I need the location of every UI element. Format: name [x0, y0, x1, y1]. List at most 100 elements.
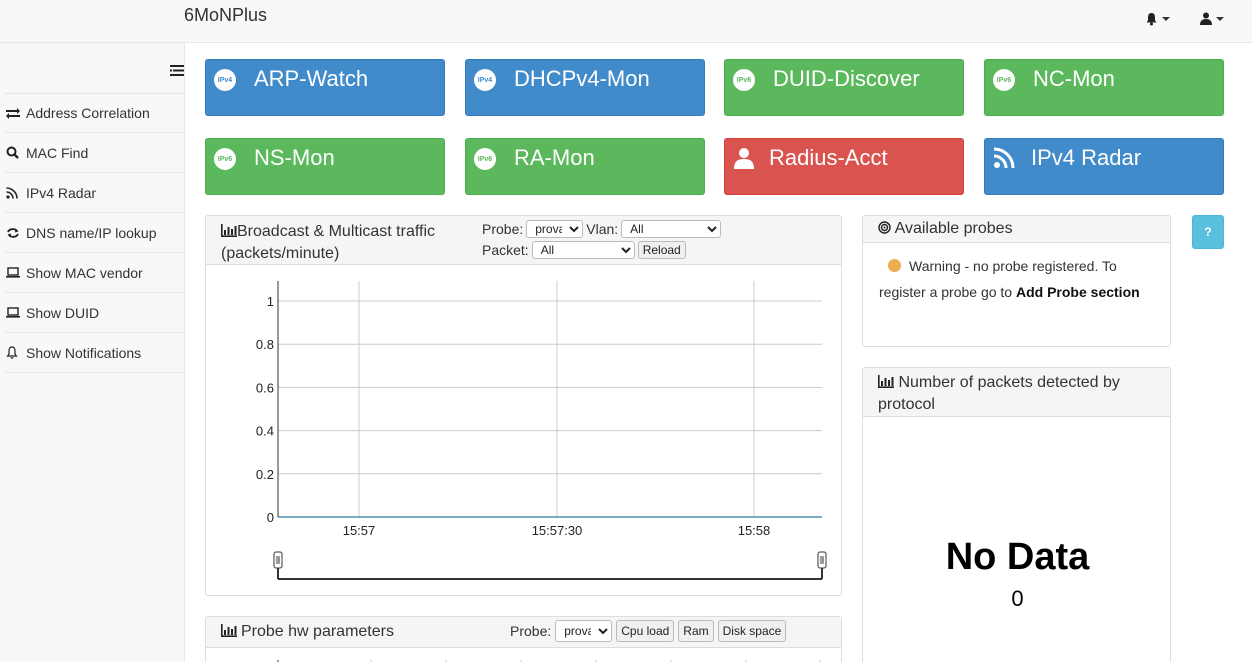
tile-ns-mon[interactable]: IPv6 NS-Mon [205, 138, 445, 195]
hw-probe-label: Probe: [510, 623, 552, 639]
laptop-icon [6, 307, 20, 318]
user-icon [734, 148, 754, 169]
sidebar-item-dns-lookup[interactable]: DNS name/IP lookup [4, 213, 184, 253]
refresh-icon [7, 227, 19, 238]
rss-icon [6, 186, 18, 199]
sidebar-item-mac-vendor[interactable]: Show MAC vendor [4, 253, 184, 293]
sidebar-item-notifications[interactable]: Show Notifications [4, 333, 184, 373]
vlan-label: Vlan: [586, 221, 619, 237]
top-navbar: 6MoNPlus [0, 0, 1252, 43]
tile-arp-watch[interactable]: IPv4 ARP-Watch [205, 59, 445, 116]
traffic-title-line2: (packets/minute) [221, 245, 340, 262]
packet-label: Packet: [482, 242, 529, 258]
bell-icon [1146, 13, 1157, 26]
traffic-panel-title: Broadcast & Multicast traffic (packets/m… [221, 221, 435, 265]
tile-label: DUID-Discover [773, 66, 920, 91]
help-button[interactable]: ? [1192, 215, 1224, 249]
tile-nc-mon[interactable]: IPv6 NC-Mon [984, 59, 1224, 116]
tile-label: RA-Mon [514, 145, 595, 170]
ipv4-badge-icon: IPv4 [474, 69, 496, 91]
x-tick-label: 15:58 [738, 523, 771, 538]
bar-chart-icon [221, 224, 237, 237]
rss-icon [993, 147, 1015, 169]
sidebar-item-label: Address Correlation [26, 105, 150, 121]
user-icon [1200, 12, 1212, 25]
hw-chart [277, 660, 821, 662]
disk-space-button[interactable]: Disk space [717, 620, 787, 642]
traffic-panel-header: Broadcast & Multicast traffic (packets/m… [206, 216, 841, 265]
probes-panel-header: Available probes [863, 216, 1170, 243]
y-tick-label: 0.2 [256, 467, 274, 482]
hw-panel-header: Probe hw parameters Probe: prova Cpu loa… [206, 617, 841, 648]
x-tick-label: 15:57 [343, 523, 376, 538]
sidebar-item-label: Show MAC vendor [26, 264, 143, 281]
add-probe-link[interactable]: Add Probe section [1016, 284, 1140, 300]
traffic-title-line1: Broadcast & Multicast traffic [237, 223, 435, 240]
tile-duid-discover[interactable]: IPv6 DUID-Discover [724, 59, 964, 116]
hw-probe-select[interactable]: prova [555, 620, 613, 642]
traffic-chart-svg: 0 0.2 0.4 0.6 0.8 1 15:57 15:57:30 15:58 [256, 281, 827, 580]
sidebar-item-mac-find[interactable]: MAC Find [4, 133, 184, 173]
sidebar-item-ipv4-radar[interactable]: IPv4 Radar [4, 173, 184, 213]
probes-warning: Warning - no probe registered. To regist… [863, 243, 1170, 315]
range-handle-right[interactable] [817, 551, 827, 569]
packets-title: Number of packets detected by protocol [878, 374, 1120, 413]
tile-radius-acct[interactable]: Radius-Acct [724, 138, 964, 195]
chevron-down-icon [1216, 16, 1224, 21]
tile-ra-mon[interactable]: IPv6 RA-Mon [465, 138, 705, 195]
sidebar-item-address-correlation[interactable]: Address Correlation [4, 93, 184, 133]
probes-title: Available probes [894, 220, 1013, 237]
probe-select[interactable]: prova [526, 220, 584, 238]
sidebar-item-label: DNS name/IP lookup [26, 224, 157, 241]
traffic-panel: Broadcast & Multicast traffic (packets/m… [205, 215, 842, 596]
sidebar-toggle-icon[interactable] [170, 65, 184, 76]
hw-title-text: Probe hw parameters [241, 623, 394, 640]
probes-panel: Available probes Warning - no probe regi… [862, 215, 1171, 347]
tile-label: IPv4 Radar [1031, 145, 1142, 170]
ipv6-badge-icon: IPv6 [214, 148, 236, 170]
range-handle-left[interactable] [273, 551, 283, 569]
sidebar-item-show-duid[interactable]: Show DUID [4, 293, 184, 333]
chevron-down-icon [1162, 17, 1170, 21]
app-brand[interactable]: 6MoNPlus [184, 5, 267, 26]
user-dropdown[interactable] [1200, 12, 1224, 25]
ipv6-badge-icon: IPv6 [474, 148, 496, 170]
target-icon [878, 221, 891, 234]
bar-chart-icon [878, 375, 894, 388]
packets-panel: Number of packets detected by protocol N… [862, 367, 1171, 662]
ram-button[interactable]: Ram [678, 620, 714, 642]
notifications-dropdown[interactable] [1145, 12, 1170, 26]
sidebar-item-label: Show DUID [26, 304, 100, 321]
tile-label: DHCPv4-Mon [514, 66, 650, 91]
packets-panel-header: Number of packets detected by protocol [863, 368, 1170, 417]
sidebar-item-label: IPv4 Radar [26, 184, 97, 201]
tile-dhcpv4-mon[interactable]: IPv4 DHCPv4-Mon [465, 59, 705, 116]
y-tick-label: 1 [267, 294, 274, 309]
y-tick-label: 0.8 [256, 337, 274, 352]
tile-label: Radius-Acct [769, 145, 888, 170]
sidebar-item-label: MAC Find [26, 144, 89, 161]
vlan-select[interactable]: All [621, 220, 722, 238]
reload-button[interactable]: Reload [637, 241, 686, 259]
probe-label: Probe: [482, 221, 524, 237]
search-icon [6, 146, 19, 159]
bar-chart-icon [221, 624, 237, 637]
ipv6-badge-icon: IPv6 [733, 69, 755, 91]
cpu-load-button[interactable]: Cpu load [616, 620, 675, 642]
tile-label: NC-Mon [1033, 66, 1115, 91]
tile-label: ARP-Watch [254, 66, 369, 91]
packets-count: 0 [1011, 586, 1024, 611]
y-tick-label: 0 [267, 510, 274, 525]
ipv6-badge-icon: IPv6 [993, 69, 1015, 91]
ipv4-badge-icon: IPv4 [214, 69, 236, 91]
y-tick-label: 0.6 [256, 380, 274, 395]
tile-ipv4-radar[interactable]: IPv4 Radar [984, 138, 1224, 195]
hw-panel-title: Probe hw parameters [221, 623, 394, 641]
exchange-icon [6, 108, 20, 119]
bell-icon [6, 346, 18, 359]
hw-panel: Probe hw parameters Probe: prova Cpu loa… [205, 616, 842, 662]
tile-label: NS-Mon [254, 145, 335, 170]
laptop-icon [6, 267, 20, 278]
packet-select[interactable]: All [531, 241, 635, 259]
x-tick-label: 15:57:30 [532, 523, 583, 538]
